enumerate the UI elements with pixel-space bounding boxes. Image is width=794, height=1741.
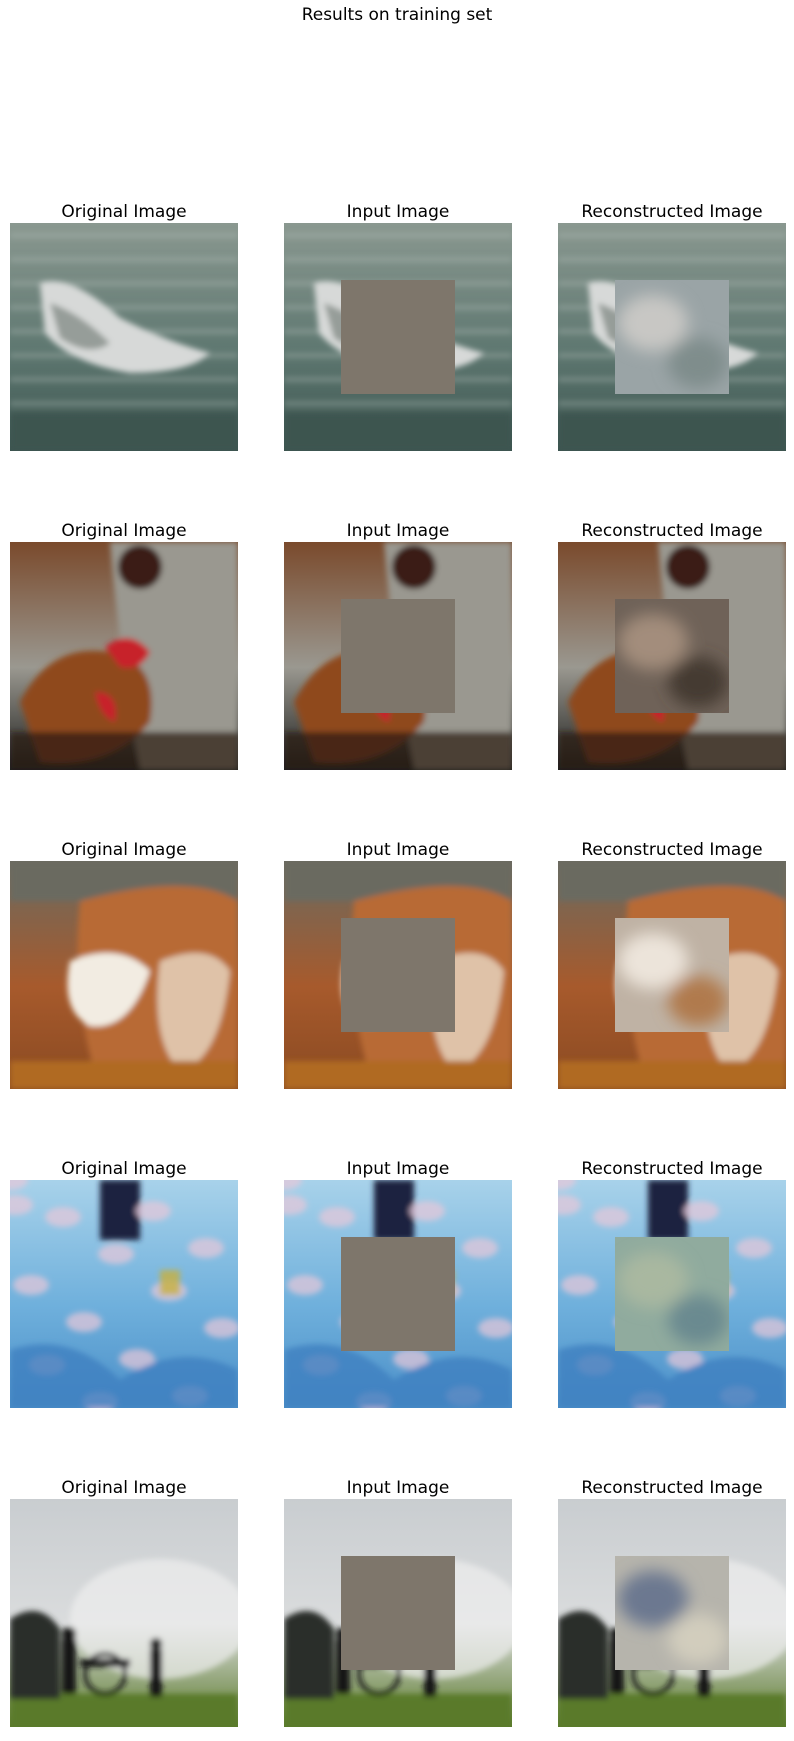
original-image-canvas [10,223,238,451]
reconstructed-image-whale [558,223,786,451]
cell-original-4: Original Image [10,1157,238,1408]
input-image-whale [284,223,512,451]
cell-input-4: Input Image [284,1157,512,1408]
reconstructed-image-rooster [558,542,786,770]
reconstructed-image-canvas [558,1180,786,1408]
input-image-rooster [284,542,512,770]
input-image-cannon [284,1499,512,1727]
column-title-reconstructed: Reconstructed Image [581,840,763,860]
original-image-dog [10,861,238,1089]
reconstructed-image-dog [558,861,786,1089]
cell-original-2: Original Image [10,519,238,770]
original-image-whale [10,223,238,451]
cell-reconstructed-5: Reconstructed Image [558,1476,786,1727]
column-title-input: Input Image [346,1159,450,1179]
column-title-original: Original Image [61,202,187,222]
cell-original-3: Original Image [10,838,238,1089]
cell-reconstructed-4: Reconstructed Image [558,1157,786,1408]
column-title-reconstructed: Reconstructed Image [581,202,763,222]
cell-original-5: Original Image [10,1476,238,1727]
original-image-canvas [10,542,238,770]
reconstructed-image-cannon [558,1499,786,1727]
cell-input-2: Input Image [284,519,512,770]
original-image-rooster [10,542,238,770]
original-image-cannon [10,1499,238,1727]
original-image-shirt [10,1180,238,1408]
input-image-canvas [284,1180,512,1408]
column-title-original: Original Image [61,840,187,860]
column-title-reconstructed: Reconstructed Image [581,521,763,541]
column-title-original: Original Image [61,521,187,541]
column-title-reconstructed: Reconstructed Image [581,1159,763,1179]
column-title-input: Input Image [346,1478,450,1498]
input-image-dog [284,861,512,1089]
reconstructed-image-canvas [558,1499,786,1727]
reconstructed-image-canvas [558,861,786,1089]
column-title-original: Original Image [61,1159,187,1179]
input-image-canvas [284,861,512,1089]
original-image-canvas [10,861,238,1089]
reconstructed-image-shirt [558,1180,786,1408]
cell-reconstructed-1: Reconstructed Image [558,200,786,451]
column-title-original: Original Image [61,1478,187,1498]
reconstructed-image-canvas [558,542,786,770]
input-image-canvas [284,223,512,451]
cell-original-1: Original Image [10,200,238,451]
reconstructed-image-canvas [558,223,786,451]
cell-input-3: Input Image [284,838,512,1089]
cell-input-5: Input Image [284,1476,512,1727]
input-image-shirt [284,1180,512,1408]
cell-reconstructed-3: Reconstructed Image [558,838,786,1089]
input-image-canvas [284,542,512,770]
cell-reconstructed-2: Reconstructed Image [558,519,786,770]
original-image-canvas [10,1499,238,1727]
column-title-input: Input Image [346,521,450,541]
input-image-canvas [284,1499,512,1727]
cell-input-1: Input Image [284,200,512,451]
column-title-input: Input Image [346,840,450,860]
original-image-canvas [10,1180,238,1408]
column-title-input: Input Image [346,202,450,222]
column-title-reconstructed: Reconstructed Image [581,1478,763,1498]
figure-title: Results on training set [301,5,493,25]
